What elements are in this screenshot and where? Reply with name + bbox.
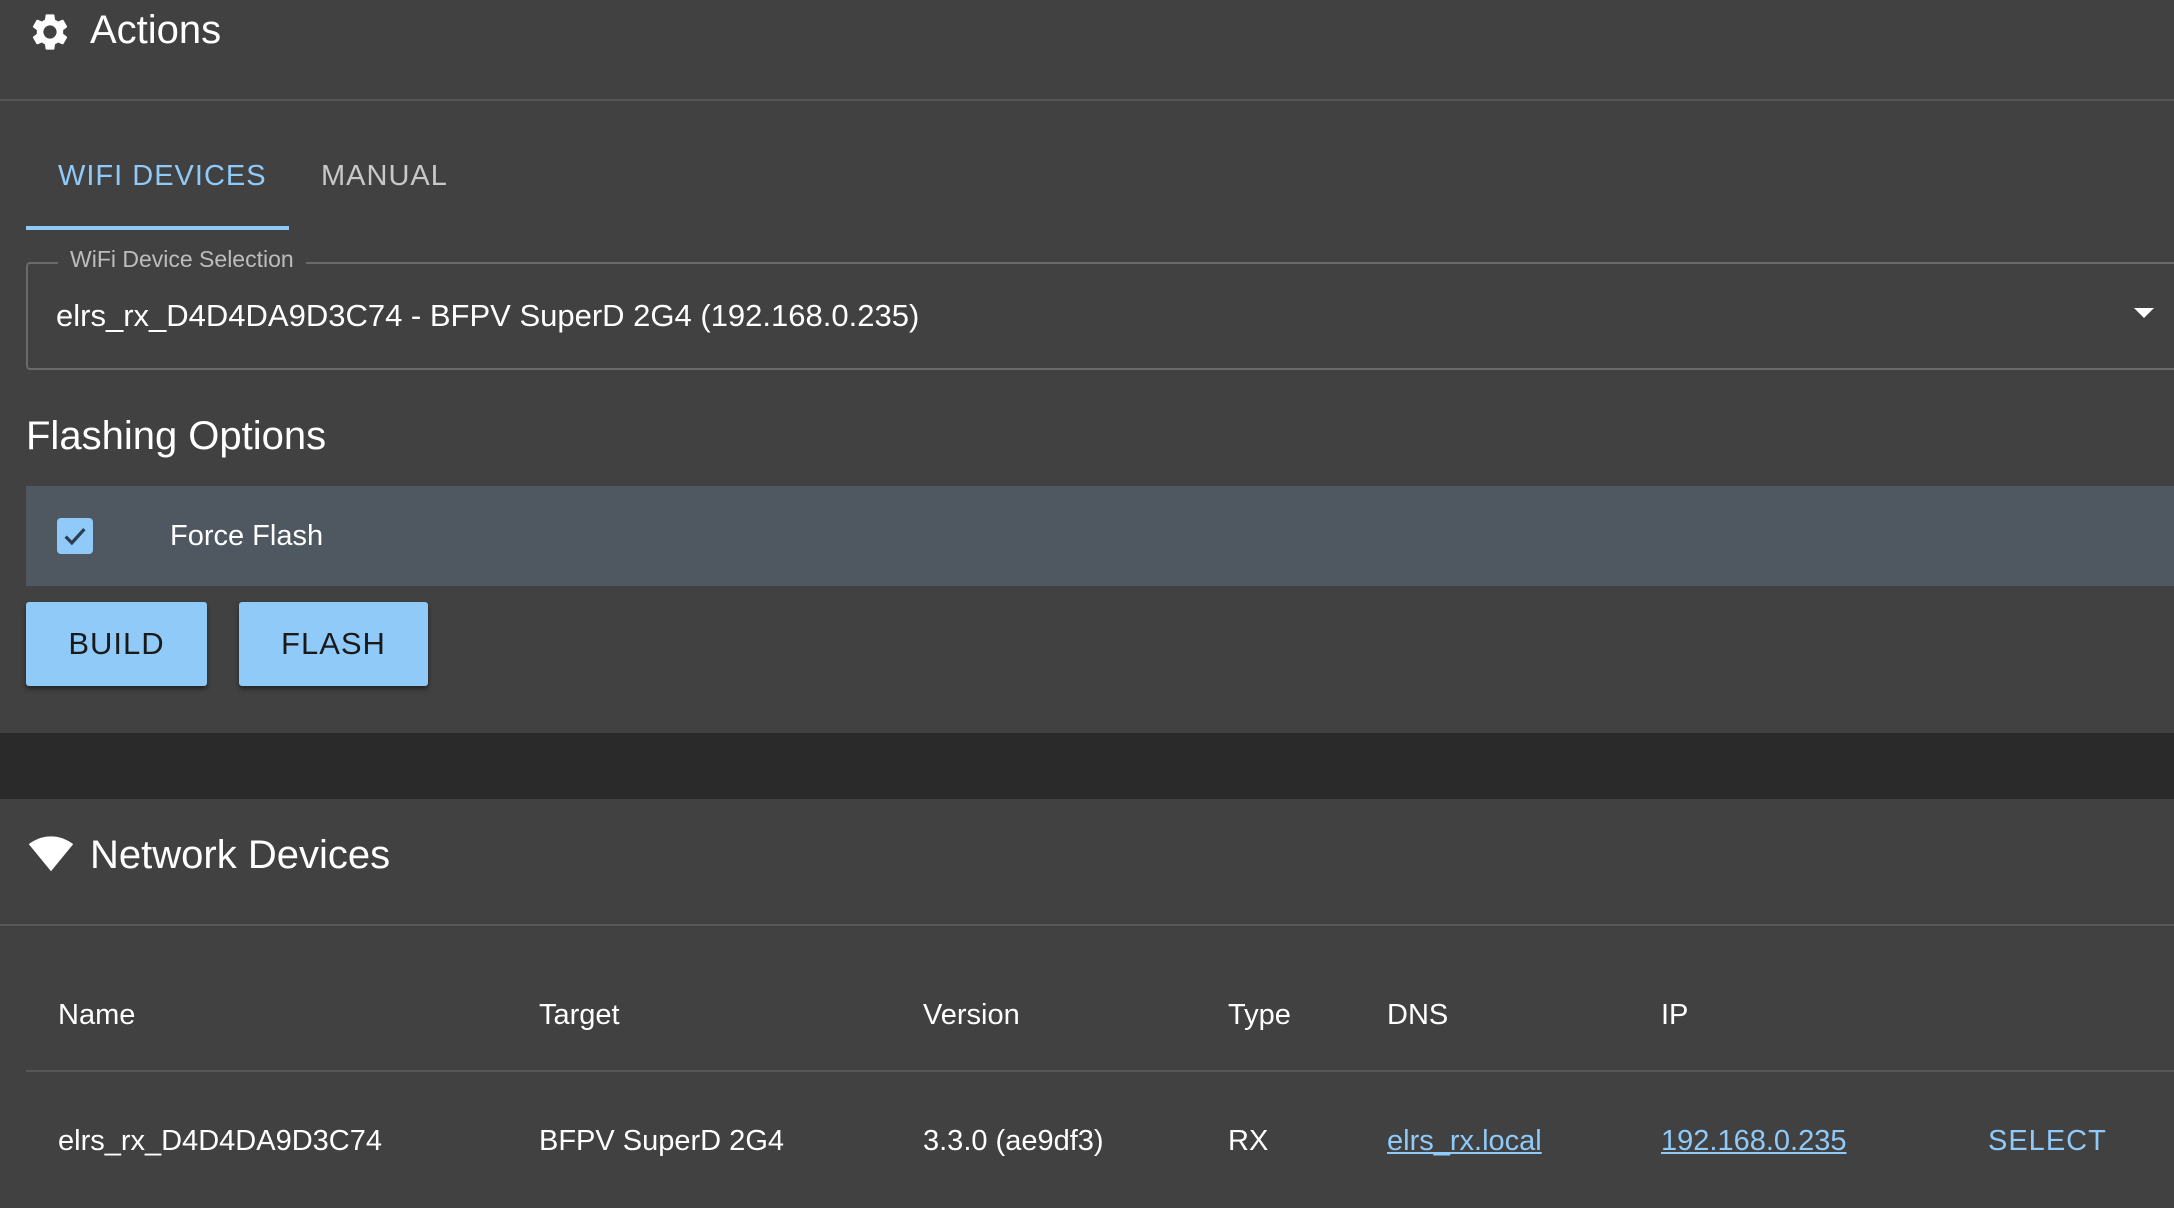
- column-header-name: Name: [58, 999, 136, 1031]
- gear-icon: [28, 10, 72, 59]
- wifi-device-select-label: WiFi Device Selection: [58, 246, 306, 273]
- active-tab-indicator: [26, 226, 289, 230]
- force-flash-option[interactable]: Force Flash: [26, 486, 2174, 586]
- device-name-cell: elrs_rx_D4D4DA9D3C74: [58, 1125, 382, 1157]
- column-header-version: Version: [923, 999, 1020, 1031]
- force-flash-label: Force Flash: [170, 520, 324, 552]
- build-button[interactable]: BUILD: [26, 602, 207, 686]
- select-device-button[interactable]: SELECT: [1988, 1125, 2107, 1158]
- tab-manual[interactable]: MANUAL: [321, 160, 448, 193]
- column-header-target: Target: [539, 999, 620, 1031]
- force-flash-checkbox[interactable]: [57, 518, 93, 554]
- table-divider: [26, 1070, 2174, 1072]
- actions-card: Actions WIFI DEVICES MANUAL WiFi Device …: [0, 0, 2174, 733]
- flashing-options-title: Flashing Options: [26, 414, 327, 458]
- tab-wifi-devices[interactable]: WIFI DEVICES: [58, 160, 267, 193]
- checkmark-icon: [64, 528, 86, 546]
- device-version-cell: 3.3.0 (ae9df3): [923, 1125, 1104, 1157]
- column-header-type: Type: [1228, 999, 1291, 1031]
- device-ip-link[interactable]: 192.168.0.235: [1661, 1125, 1846, 1158]
- wifi-icon: [28, 833, 74, 878]
- wifi-device-select[interactable]: WiFi Device Selection elrs_rx_D4D4DA9D3C…: [26, 246, 2174, 370]
- network-devices-title: Network Devices: [90, 833, 391, 877]
- device-dns-link[interactable]: elrs_rx.local: [1387, 1125, 1542, 1158]
- header-divider: [0, 99, 2174, 101]
- column-header-ip: IP: [1661, 999, 1689, 1031]
- flash-button[interactable]: FLASH: [239, 602, 428, 686]
- actions-title: Actions: [90, 8, 222, 52]
- column-header-dns: DNS: [1387, 999, 1449, 1031]
- device-type-cell: RX: [1228, 1125, 1269, 1157]
- dropdown-arrow-icon[interactable]: [2134, 308, 2154, 318]
- header-divider: [0, 924, 2174, 926]
- wifi-device-select-value[interactable]: elrs_rx_D4D4DA9D3C74 - BFPV SuperD 2G4 (…: [56, 298, 919, 334]
- device-target-cell: BFPV SuperD 2G4: [539, 1125, 784, 1157]
